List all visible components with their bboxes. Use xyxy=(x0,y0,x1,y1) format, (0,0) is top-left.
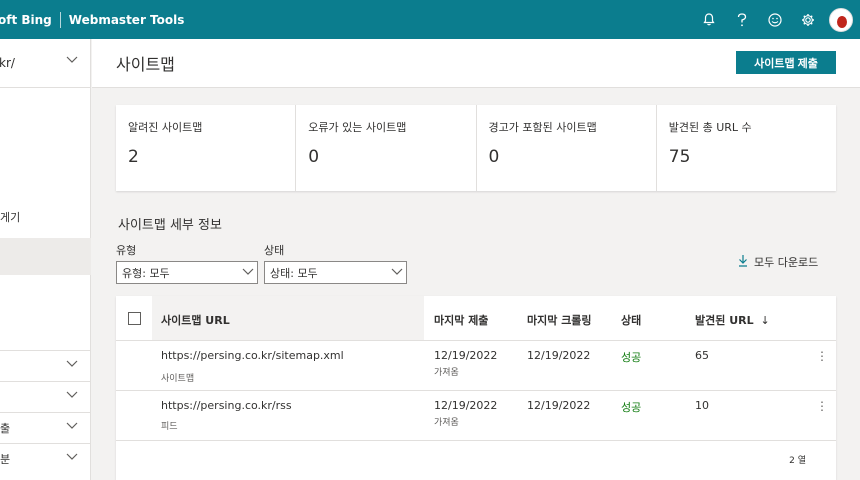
chevron-down-icon xyxy=(66,391,78,401)
row-count: 2 열 xyxy=(789,456,806,466)
last-crawl-date: 12/19/2022 xyxy=(527,399,591,412)
chevron-down-icon xyxy=(66,422,78,432)
sidebar: kr/ 게기 출 분 xyxy=(0,39,91,480)
page-header: 사이트맵 사이트맵 제출 xyxy=(92,39,860,88)
table-row[interactable]: https://persing.co.kr/rss 피드 12/19/2022 … xyxy=(116,391,836,441)
top-icons xyxy=(692,0,860,39)
help-icon[interactable] xyxy=(725,0,758,39)
chevron-down-icon xyxy=(242,268,254,278)
table-header: 사이트맵 URL 마지막 제출 마지막 크롤링 상태 발견된 URL ↓ xyxy=(116,296,836,341)
status-filter-label: 상태 xyxy=(264,244,285,257)
avatar[interactable] xyxy=(829,7,853,32)
stat-value: 2 xyxy=(128,147,139,167)
discovered-url-count: 65 xyxy=(695,349,709,362)
column-header-last-crawl[interactable]: 마지막 크롤링 xyxy=(527,312,592,328)
sidebar-group-4[interactable]: 분 xyxy=(0,443,91,474)
sidebar-group-3[interactable]: 출 xyxy=(0,412,91,443)
status-badge: 성공 xyxy=(621,351,642,364)
sitemap-type: 피드 xyxy=(161,422,178,432)
last-submit-date: 12/19/2022 xyxy=(434,399,498,412)
last-submit-date: 12/19/2022 xyxy=(434,349,498,362)
bell-icon[interactable] xyxy=(692,0,725,39)
chevron-down-icon xyxy=(66,360,78,370)
sort-descending-icon: ↓ xyxy=(760,314,770,327)
sidebar-group-2[interactable] xyxy=(0,381,91,412)
last-submit-sub: 가져옴 xyxy=(434,418,459,428)
stats-panel: 알려진 사이트맵 2 오류가 있는 사이트맵 0 경고가 포함된 사이트맵 0 … xyxy=(116,105,836,191)
gear-icon[interactable] xyxy=(791,0,824,39)
site-selector-value: kr/ xyxy=(0,56,15,70)
chevron-down-icon xyxy=(66,56,78,66)
stat-total-urls: 발견된 총 URL 수 75 xyxy=(657,105,836,191)
sitemap-url[interactable]: https://persing.co.kr/rss xyxy=(161,399,292,412)
download-icon xyxy=(738,254,748,270)
site-selector[interactable]: kr/ xyxy=(0,39,90,88)
column-header-discovered-urls[interactable]: 발견된 URL ↓ xyxy=(695,312,770,328)
stat-warning-sitemaps: 경고가 포함된 사이트맵 0 xyxy=(477,105,657,191)
product-name: Webmaster Tools xyxy=(68,12,185,27)
section-title: 사이트맵 세부 정보 xyxy=(118,218,222,233)
stat-error-sitemaps: 오류가 있는 사이트맵 0 xyxy=(296,105,477,191)
column-header-last-submit[interactable]: 마지막 제출 xyxy=(434,312,488,328)
smiley-icon[interactable] xyxy=(758,0,791,39)
stat-value: 0 xyxy=(488,147,500,167)
column-header-status[interactable]: 상태 xyxy=(621,312,641,328)
column-header-discovered-label: 발견된 URL xyxy=(695,314,754,327)
stat-value: 0 xyxy=(308,147,320,167)
sidebar-group-label: 분 xyxy=(0,453,11,466)
download-label: 모두 다운로드 xyxy=(754,256,819,269)
status-filter-value: 상태: 모두 xyxy=(270,266,318,280)
top-bar: oft Bing Webmaster Tools xyxy=(0,0,860,39)
stat-label: 오류가 있는 사이트맵 xyxy=(308,121,407,134)
last-crawl-date: 12/19/2022 xyxy=(527,349,591,362)
last-submit-sub: 가져옴 xyxy=(434,368,459,378)
main-content: 사이트맵 사이트맵 제출 알려진 사이트맵 2 오류가 있는 사이트맵 0 경고… xyxy=(92,39,860,480)
stat-label: 경고가 포함된 사이트맵 xyxy=(488,121,597,134)
column-header-url[interactable]: 사이트맵 URL xyxy=(161,312,230,328)
stat-label: 발견된 총 URL 수 xyxy=(668,121,752,134)
sitemap-url[interactable]: https://persing.co.kr/sitemap.xml xyxy=(161,349,344,362)
table-row[interactable]: https://persing.co.kr/sitemap.xml 사이트맵 1… xyxy=(116,341,836,391)
sidebar-item-partial[interactable]: 게기 xyxy=(0,209,20,225)
type-filter-label: 유형 xyxy=(116,244,137,257)
sidebar-group-1[interactable] xyxy=(0,350,91,381)
brand[interactable]: oft Bing Webmaster Tools xyxy=(0,11,185,28)
type-filter-value: 유형: 모두 xyxy=(122,266,170,280)
brand-divider xyxy=(59,11,61,28)
more-options-icon[interactable]: ⋮ xyxy=(816,349,828,363)
type-filter-dropdown[interactable]: 유형: 모두 xyxy=(116,261,258,284)
chevron-down-icon xyxy=(66,453,78,463)
select-all-checkbox[interactable] xyxy=(128,312,141,325)
submit-sitemap-button[interactable]: 사이트맵 제출 xyxy=(736,51,836,74)
stat-label: 알려진 사이트맵 xyxy=(128,121,203,134)
sidebar-item-active[interactable] xyxy=(0,238,91,275)
chevron-down-icon xyxy=(391,268,403,278)
brand-name: oft Bing xyxy=(0,12,52,27)
sitemap-type: 사이트맵 xyxy=(161,374,195,384)
status-badge: 성공 xyxy=(621,401,642,414)
sidebar-group-label: 출 xyxy=(0,422,11,435)
stat-known-sitemaps: 알려진 사이트맵 2 xyxy=(116,105,297,191)
status-filter-dropdown[interactable]: 상태: 모두 xyxy=(264,261,407,284)
stat-value: 75 xyxy=(668,147,691,167)
sitemap-table: 사이트맵 URL 마지막 제출 마지막 크롤링 상태 발견된 URL ↓ htt… xyxy=(116,296,836,480)
page-title: 사이트맵 xyxy=(116,55,175,74)
download-all-button[interactable]: 모두 다운로드 xyxy=(738,254,818,270)
more-options-icon[interactable]: ⋮ xyxy=(816,399,828,413)
discovered-url-count: 10 xyxy=(695,399,709,412)
